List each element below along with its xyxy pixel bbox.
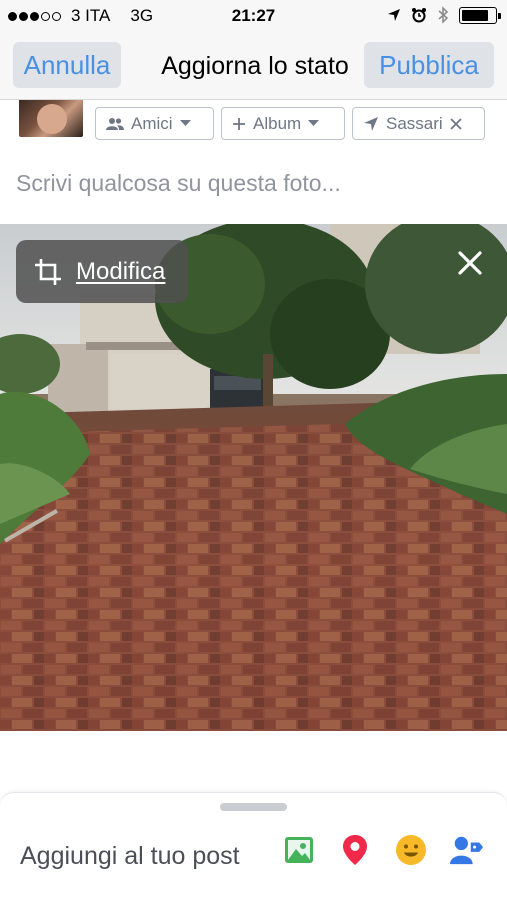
location-chip[interactable]: Sassari	[352, 107, 485, 140]
chevron-down-icon	[179, 120, 191, 126]
friends-icon	[106, 117, 124, 130]
add-to-post-icons	[282, 833, 484, 867]
alarm-icon	[412, 8, 426, 23]
check-in-button[interactable]	[338, 833, 372, 867]
add-to-post-sheet[interactable]: Aggiungi al tuo post	[0, 792, 507, 900]
audience-selector-button[interactable]: Amici	[95, 107, 214, 140]
nav-bar: Annulla Aggiorna lo stato Pubblica	[0, 32, 507, 100]
audience-label: Amici	[131, 113, 173, 133]
tag-people-button[interactable]	[450, 833, 484, 867]
photo-icon	[285, 837, 313, 863]
publish-button[interactable]: Pubblica	[364, 42, 494, 88]
status-right	[387, 6, 501, 24]
edit-photo-label: Modifica	[76, 257, 166, 285]
attached-photo: Modifica	[0, 224, 507, 731]
chevron-down-icon	[308, 120, 320, 126]
battery-icon	[459, 6, 501, 24]
status-text-input[interactable]: Scrivi qualcosa su questa foto...	[16, 170, 486, 197]
feeling-button[interactable]	[394, 833, 428, 867]
album-selector-button[interactable]: Album	[221, 107, 345, 140]
sheet-drag-handle[interactable]	[220, 803, 287, 811]
remove-photo-close-icon[interactable]	[457, 250, 483, 276]
photo-button[interactable]	[282, 833, 316, 867]
edit-photo-button[interactable]: Modifica	[16, 240, 188, 303]
page-title: Aggiorna lo stato	[161, 52, 349, 80]
smiley-icon	[396, 835, 426, 865]
crop-icon	[35, 258, 61, 285]
close-icon[interactable]	[450, 117, 462, 130]
cancel-button[interactable]: Annulla	[13, 42, 121, 88]
plus-icon	[233, 117, 245, 130]
location-label: Sassari	[386, 113, 443, 133]
location-arrow-icon	[388, 9, 400, 21]
location-pin-icon	[343, 835, 367, 865]
album-label: Album	[253, 113, 302, 133]
bluetooth-icon	[438, 6, 449, 24]
tag-person-icon	[450, 836, 484, 865]
avatar	[19, 100, 83, 137]
audience-row: Amici Album Sassari	[0, 100, 507, 144]
add-to-post-label: Aggiungi al tuo post	[20, 842, 240, 870]
status-bar: 3 ITA 3G 21:27	[0, 0, 507, 32]
location-arrow-icon	[364, 116, 378, 131]
